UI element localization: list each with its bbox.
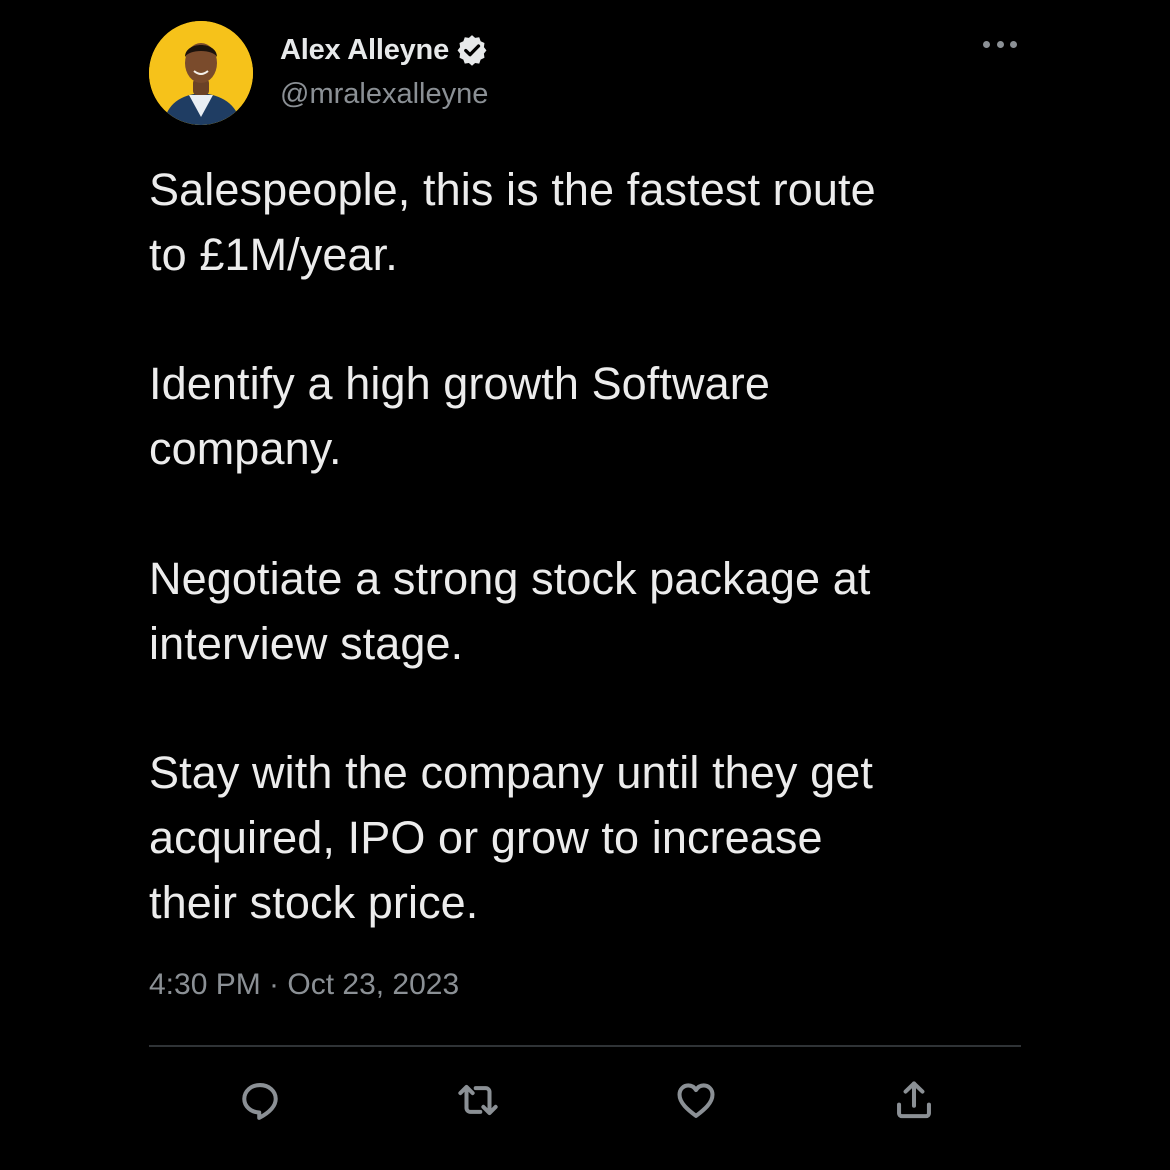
tweet-card: Alex Alleyne @mralexalleyne Salespeople,…: [0, 0, 1170, 1170]
tweet-paragraph: Salespeople, this is the fastest route t…: [149, 164, 876, 280]
verified-badge-icon: [455, 33, 489, 67]
more-options-button[interactable]: [978, 30, 1022, 58]
share-button[interactable]: [890, 1076, 938, 1124]
tweet-text: Salespeople, this is the fastest route t…: [149, 158, 1039, 936]
like-icon: [677, 1083, 715, 1118]
author-name[interactable]: Alex Alleyne: [280, 34, 449, 67]
author-handle[interactable]: @mralexalleyne: [280, 78, 488, 111]
reply-icon: [242, 1083, 278, 1120]
tweet-paragraph: Identify a high growth Software company.: [149, 358, 770, 475]
reply-button[interactable]: [236, 1076, 284, 1124]
more-dots-icon: [983, 40, 1017, 48]
tweet-paragraph: Stay with the company until they get acq…: [149, 747, 873, 928]
tweet-timestamp[interactable]: 4:30 PM · Oct 23, 2023: [149, 968, 459, 1002]
author-name-row[interactable]: Alex Alleyne: [280, 28, 489, 72]
like-button[interactable]: [672, 1076, 720, 1124]
tweet-paragraph: Negotiate a strong stock package at inte…: [149, 552, 871, 669]
retweet-icon: [458, 1084, 498, 1116]
divider: [149, 1045, 1021, 1047]
share-icon: [897, 1081, 931, 1119]
avatar-portrait-image: [149, 21, 253, 125]
retweet-button[interactable]: [454, 1076, 502, 1124]
avatar[interactable]: [149, 21, 253, 125]
